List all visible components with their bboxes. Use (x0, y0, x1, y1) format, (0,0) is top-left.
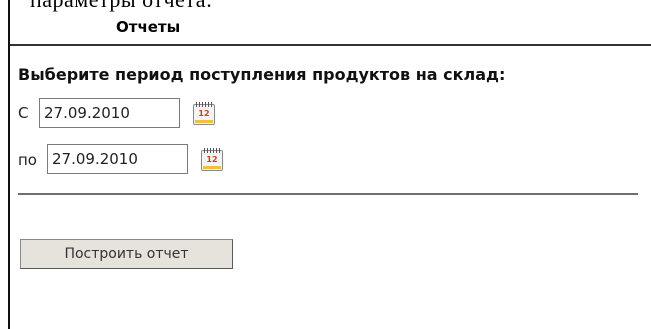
to-label: по (18, 151, 37, 169)
period-prompt: Выберите период поступления продуктов на… (18, 65, 506, 84)
panel-left-border (8, 0, 10, 329)
calendar-rings (196, 102, 212, 107)
calendar-base (203, 166, 221, 169)
calendar-icon[interactable]: 12 (201, 148, 223, 171)
build-report-button[interactable]: Построить отчет (20, 239, 233, 269)
header-divider (10, 44, 651, 46)
calendar-icon[interactable]: 12 (193, 102, 215, 125)
calendar-rings (204, 148, 220, 153)
from-date-input[interactable] (39, 98, 180, 128)
calendar-base (195, 120, 213, 123)
panel-title: Отчеты (116, 18, 181, 36)
truncated-heading-text: параметры отчета: (30, 0, 213, 13)
form-divider (18, 193, 638, 195)
from-label: С (18, 104, 29, 122)
calendar-number: 12 (206, 155, 218, 164)
calendar-number: 12 (198, 109, 210, 118)
to-date-input[interactable] (47, 144, 188, 174)
